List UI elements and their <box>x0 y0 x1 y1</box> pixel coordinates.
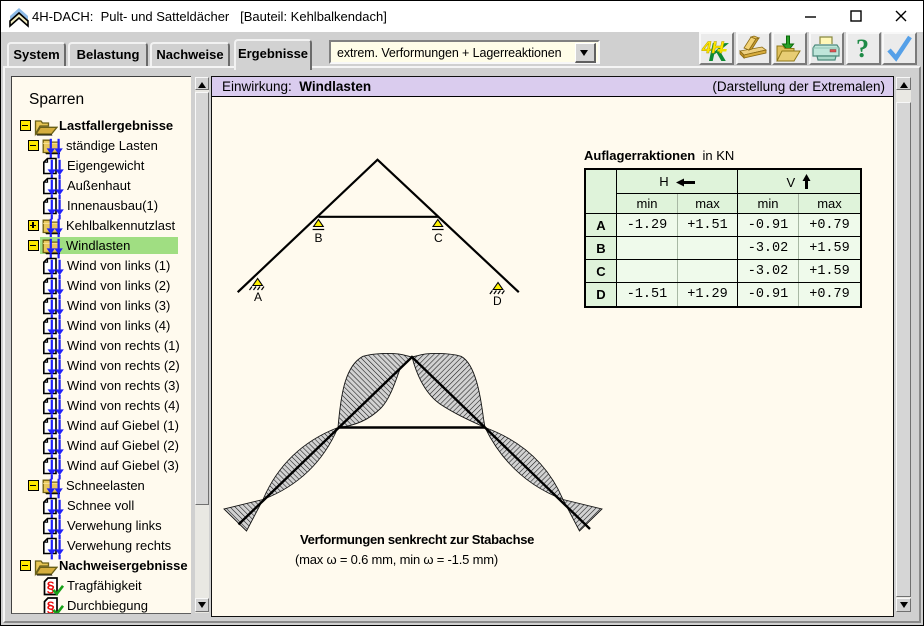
svg-text:?: ? <box>856 34 869 63</box>
svg-text:§: § <box>47 580 55 596</box>
svg-text:4H: 4H <box>701 38 724 57</box>
